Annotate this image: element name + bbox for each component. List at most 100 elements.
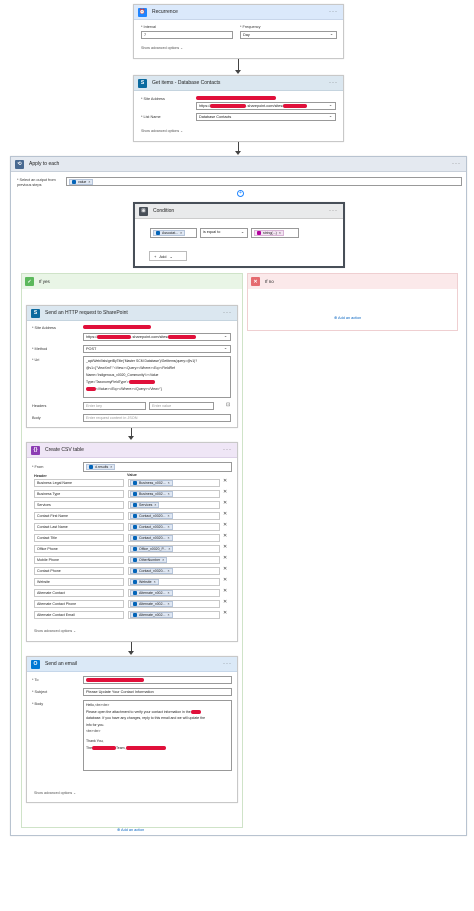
close-icon[interactable]: × [110,465,112,470]
show-advanced-options[interactable]: Show advanced options ⌄ [34,629,76,633]
csv-header-key-input[interactable]: Contact Phone [34,567,124,575]
close-icon[interactable]: × [167,514,169,518]
csv-value-token[interactable]: Contact_x0020... × [130,568,173,574]
csv-value-input[interactable]: Contact_x0020... × [128,523,220,531]
csv-value-token[interactable]: Alternate_x002... × [130,590,173,596]
delete-row-icon[interactable]: ✕ [223,533,227,539]
from-input[interactable]: d.results × [83,462,232,472]
add-condition-button[interactable]: + Add ⌄ [149,251,187,261]
csv-value-token[interactable]: Business_x002... × [130,480,173,486]
delete-row-icon[interactable]: ✕ [223,500,227,506]
more-options-icon[interactable]: ··· [329,208,338,214]
csv-value-input[interactable]: Website × [128,578,220,586]
delete-row-icon[interactable]: ✕ [223,478,227,484]
site-address-select[interactable]: https:// .sharepoint.com/sites/ ⌄ [196,102,336,110]
condition-left-operand[interactable]: Associat... × [150,228,197,238]
delete-row-icon[interactable]: ✕ [223,511,227,517]
delete-row-icon[interactable]: ✕ [223,588,227,594]
insert-step-icon[interactable]: + [237,190,244,197]
http-request-card[interactable]: S Send an HTTP request to SharePoint ···… [26,305,238,428]
close-icon[interactable]: × [154,503,156,507]
csv-value-token[interactable]: Office_x0020_P... × [130,546,174,552]
csv-value-input[interactable]: Business_x002... × [128,479,220,487]
csv-value-input[interactable]: Business_x002... × [128,490,220,498]
method-select[interactable]: POST ⌄ [83,345,231,353]
create-csv-card[interactable]: {} Create CSV table ··· * From d.results… [26,442,238,642]
csv-value-token[interactable]: Services × [130,502,160,508]
close-icon[interactable]: × [154,580,156,584]
recurrence-header[interactable]: ⏰ Recurrence ··· [134,5,343,20]
close-icon[interactable]: × [167,613,169,617]
http-request-header[interactable]: S Send an HTTP request to SharePoint ··· [27,306,237,321]
delete-row-icon[interactable]: ✕ [223,489,227,495]
delete-row-icon[interactable]: ✕ [223,610,227,616]
show-advanced-options[interactable]: Show advanced options ⌄ [141,46,183,50]
send-email-card[interactable]: O Send an email ··· * To * Subject Pleas… [26,656,238,803]
more-options-icon[interactable]: ··· [223,310,232,316]
csv-value-token[interactable]: Alternate_x002... × [130,612,173,618]
email-body-textarea[interactable]: Hello,<br><br> Please open the attachmen… [83,700,232,771]
value-token[interactable]: value × [69,179,94,185]
csv-value-token[interactable]: Contact_x0020... × [130,535,173,541]
csv-value-input[interactable]: Contact_x0020... × [128,567,220,575]
condition-card[interactable]: ⊞ Condition ··· Associat... × is equal to… [133,202,345,268]
close-icon[interactable]: × [279,231,281,236]
csv-value-input[interactable]: Alternate_x002... × [128,611,220,619]
csv-value-input[interactable]: Contact_x0020... × [128,534,220,542]
csv-header-key-input[interactable]: Contact Title [34,534,124,542]
more-options-icon[interactable]: ··· [223,661,232,667]
send-email-header[interactable]: O Send an email ··· [27,657,237,672]
csv-header-key-input[interactable]: Contact First Name [34,512,124,520]
apply-to-each-header[interactable]: ⟲ Apply to each ··· [11,157,466,172]
show-advanced-options[interactable]: Show advanced options ⌄ [141,129,183,133]
csv-value-input[interactable]: Contact_x0020... × [128,512,220,520]
csv-header-key-input[interactable]: Mobile Phone [34,556,124,564]
more-options-icon[interactable]: ··· [329,80,338,86]
condition-header[interactable]: ⊞ Condition ··· [135,204,343,219]
frequency-select[interactable]: Day ⌄ [240,31,337,39]
add-action-yes[interactable]: ⊕ Add an action [117,827,144,832]
get-items-header[interactable]: S Get items - Database Contacts ··· [134,76,343,91]
close-icon[interactable]: × [168,481,170,485]
more-options-icon[interactable]: ··· [223,447,232,453]
csv-header-key-input[interactable]: Business Type [34,490,124,498]
csv-value-input[interactable]: Alternate_x002... × [128,589,220,597]
csv-header-key-input[interactable]: Business Legal Name [34,479,124,487]
close-icon[interactable]: × [167,536,169,540]
close-icon[interactable]: × [167,569,169,573]
close-icon[interactable]: × [168,492,170,496]
body-input[interactable]: Enter request content in JSON [83,414,231,422]
to-input[interactable] [83,676,232,684]
list-name-select[interactable]: Database Contacts ⌄ [196,113,336,121]
csv-value-input[interactable]: OtherNumber × [128,556,220,564]
site-address-select[interactable]: https:// .sharepoint.com/sites/ ⌄ [83,333,231,341]
more-options-icon[interactable]: ··· [452,161,461,167]
subject-input[interactable]: Please Update Your Contact Information [83,688,232,696]
csv-value-token[interactable]: Contact_x0020... × [130,513,173,519]
csv-header-key-input[interactable]: Alternate Contact [34,589,124,597]
csv-header-key-input[interactable]: Services [34,501,124,509]
close-icon[interactable]: × [167,602,169,606]
csv-header-key-input[interactable]: Contact Last Name [34,523,124,531]
close-icon[interactable]: × [180,231,182,236]
csv-value-input[interactable]: Alternate_x002... × [128,600,220,608]
interval-input[interactable]: 7 [141,31,233,39]
condition-operator-select[interactable]: is equal to ⌄ [200,228,248,238]
csv-value-token[interactable]: Contact_x0020... × [130,524,173,530]
switch-to-text-mode-icon[interactable]: ⊡ [226,402,230,408]
delete-row-icon[interactable]: ✕ [223,599,227,605]
show-advanced-options[interactable]: Show advanced options ⌄ [34,791,76,795]
csv-value-input[interactable]: Office_x0020_P... × [128,545,220,553]
string-token[interactable]: string(...) × [254,230,284,236]
add-action-no[interactable]: ⊕ Add an action [334,315,361,320]
delete-row-icon[interactable]: ✕ [223,555,227,561]
close-icon[interactable]: × [167,591,169,595]
close-icon[interactable]: × [167,525,169,529]
uri-textarea[interactable]: _api/Web/lists/getByTitle('Master SCM Da… [83,356,231,398]
csv-header-key-input[interactable]: Alternate Contact Email [34,611,124,619]
select-output-input[interactable]: value × [66,177,462,186]
results-token[interactable]: d.results × [86,464,116,470]
csv-header-key-input[interactable]: Alternate Contact Phone [34,600,124,608]
headers-key-input[interactable]: Enter key [83,402,146,410]
get-items-card[interactable]: S Get items - Database Contacts ··· * Si… [133,75,344,142]
